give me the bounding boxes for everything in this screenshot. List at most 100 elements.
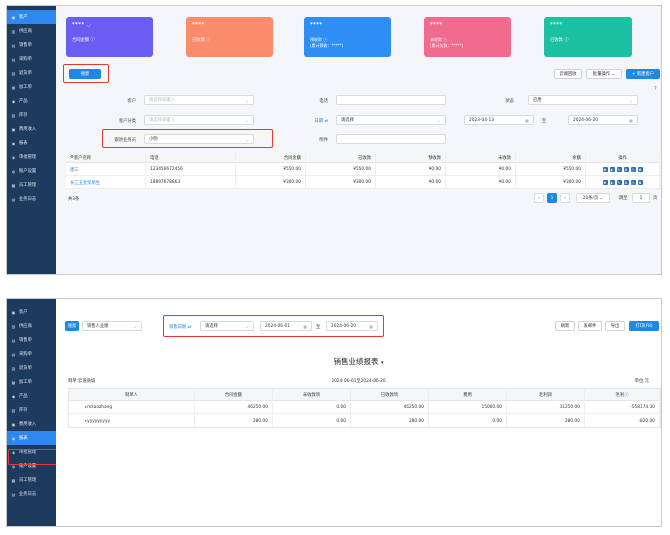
date-to-input[interactable]: 2024-06-20 ▦ <box>568 115 638 125</box>
report-type-select[interactable]: 销售人业绩 ⌄ <box>82 321 142 331</box>
sidebar-item-label: 库存 <box>19 408 28 413</box>
new-customer-button[interactable]: + 新建客户 <box>626 69 660 79</box>
next-page-button[interactable]: › <box>560 193 570 203</box>
report-panel: ▣ 客户 ▥ 供应商 ▤ 销售单 ▤ 采购单 ▥ 退货单 ▦ 加工单 ◆ 产品 ▧ 库存 ▣ 费用收入 ◉ 报表 ◈ 审批… <box>6 298 662 527</box>
batch-ops-button[interactable]: 批量操作 ⌄ <box>586 69 622 79</box>
sidebar-item[interactable]: ◍ 账户设置 <box>7 459 56 473</box>
sidebar-item[interactable]: ◍ 账户设置 <box>7 164 56 178</box>
customer-name-link[interactable]: 长江五金贸易生 <box>66 177 146 188</box>
sidebar-item[interactable]: ▤ 业务日志 <box>7 192 56 206</box>
search-button[interactable]: 搜索 <box>65 321 79 331</box>
cloud-recycle-button[interactable]: 云端回收 <box>554 69 582 79</box>
sidebar-item[interactable]: ▦ 加工单 <box>7 80 56 94</box>
sidebar-item-label: 采购单 <box>19 352 32 357</box>
sidebar-item[interactable]: ◈ 审批管理 <box>7 150 56 164</box>
sidebar-item[interactable]: ▤ 销售单 <box>7 333 56 347</box>
table-header: ⚙ 客户名称 电话 合同金额 已收款 预收款 未收款 余额 操作 <box>66 153 660 163</box>
print-icon[interactable]: ⎙ <box>630 167 636 172</box>
date-from-input[interactable]: 2023-04-13 ▦ <box>464 115 534 125</box>
sidebar-item[interactable]: ▩ 员工管理 <box>7 178 56 192</box>
customer-name-link[interactable]: 建三 <box>66 164 146 175</box>
owner-label: 跟进业务员 <box>114 138 136 143</box>
add-icon[interactable]: ✚ <box>602 167 608 172</box>
card-label: 预收款 <box>310 37 322 42</box>
view-icon[interactable]: ◐ <box>609 180 615 185</box>
print-button[interactable]: 打印(F8) <box>629 321 659 331</box>
sidebar-item[interactable]: ▤ 采购单 <box>7 347 56 361</box>
edit-icon[interactable]: ✎ <box>616 167 622 172</box>
date-from-input[interactable]: 2024-06-01 ▦ <box>260 321 312 331</box>
phone-input[interactable] <box>336 95 446 105</box>
sidebar-item[interactable]: ◈ 审批管理 <box>7 445 56 459</box>
sidebar-item[interactable]: ▥ 退货单 <box>7 361 56 375</box>
chevron-down-icon: ⌄ <box>245 98 249 103</box>
sidebar-item[interactable]: ◆ 产品 <box>7 389 56 403</box>
gear-icon[interactable]: ⚙ <box>623 180 629 185</box>
sidebar-item-label: 销售单 <box>19 338 32 343</box>
sidebar-item[interactable]: ▣ 费用收入 <box>7 122 56 136</box>
date-range-select[interactable]: 请选择 ⌄ <box>336 115 446 125</box>
sidebar-item[interactable]: ◆ 产品 <box>7 94 56 108</box>
table-cell: ¥300.00 <box>306 177 376 188</box>
sidebar-item-label: 供应商 <box>19 29 32 34</box>
sidebar-item[interactable]: ▥ 供应商 <box>7 319 56 333</box>
prev-page-button[interactable]: ‹ <box>534 193 544 203</box>
eye-icon[interactable]: ◡ <box>87 22 91 28</box>
sidebar-item[interactable]: ▧ 库存 <box>7 403 56 417</box>
category-input[interactable]: 请选择或输入 ⌄ <box>144 115 254 125</box>
sidebar-item[interactable]: ▣ 客户 <box>7 305 56 319</box>
inventory-icon: ▧ <box>11 407 16 413</box>
date-to-input[interactable]: 2024-06-20 ▦ <box>326 321 378 331</box>
sidebar-item[interactable]: ▧ 库存 <box>7 108 56 122</box>
sidebar-item[interactable]: ▤ 业务日志 <box>7 487 56 501</box>
sidebar-item[interactable]: ▥ 退货单 <box>7 66 56 80</box>
chevron-down-icon: ⌄ <box>245 137 249 142</box>
sidebar-item[interactable]: ▤ 销售单 <box>7 38 56 52</box>
sidebar: ▣ 客户 ▥ 供应商 ▤ 销售单 ▤ 采购单 ▥ 退货单 ▦ 加工单 ◆ 产品 ▧ 库存 ▣ 费用收入 ◉ 报表 ◈ 审批… <box>7 6 56 274</box>
sidebar-item[interactable]: ▣ 客户 <box>7 10 56 24</box>
gear-icon[interactable]: ⚙ <box>623 167 629 172</box>
page-1-button[interactable]: 1 <box>547 193 557 203</box>
export-button[interactable]: 导出 <box>605 321 625 331</box>
approval-icon: ◈ <box>11 154 16 160</box>
sidebar-item-label: 审批管理 <box>19 450 37 455</box>
sidebar-item[interactable]: ◉ 报表 <box>7 431 56 445</box>
customer-input[interactable]: 请选择或输入 ⌄ <box>144 95 254 105</box>
sidebar-item[interactable]: ◉ 报表 <box>7 136 56 150</box>
help-icon[interactable]: ⓘ <box>624 392 628 398</box>
status-select[interactable]: 启用 ⌄ <box>528 95 638 105</box>
status-value: 启用 <box>533 98 542 103</box>
add-icon[interactable]: ✚ <box>602 180 608 185</box>
date-range-select[interactable]: 请选择 ⌄ <box>200 321 254 331</box>
customer-content: **** ◡ 合同金额 ⓘ **** 已收款 ⓘ **** 预收款 ⓘ (累计预收… <box>56 6 661 274</box>
owner-select[interactable]: 小明 ⌄ <box>144 134 254 144</box>
attachment-input[interactable] <box>336 134 446 144</box>
sidebar-item-label: 加工单 <box>19 85 32 90</box>
calendar-icon: ▦ <box>629 118 633 123</box>
date-type-text: 销售日期 <box>169 325 187 330</box>
refresh-button[interactable]: 刷新 <box>555 321 575 331</box>
sidebar-item[interactable]: ▦ 加工单 <box>7 375 56 389</box>
sidebar-item[interactable]: ▩ 员工管理 <box>7 473 56 487</box>
search-button[interactable]: 搜索 <box>69 69 101 79</box>
goto-input[interactable]: 1 <box>632 193 650 203</box>
delete-icon[interactable]: ✖ <box>637 167 643 172</box>
sidebar-item[interactable]: ▥ 供应商 <box>7 24 56 38</box>
column-header: 毛利润 <box>507 389 585 400</box>
print-icon[interactable]: ⎙ <box>630 180 636 185</box>
sidebar-item-label: 退货单 <box>19 366 32 371</box>
date-label[interactable]: 日期 ⇄ <box>308 118 328 124</box>
column-header: 余额 <box>516 153 586 162</box>
sidebar-item-label: 账户设置 <box>19 464 37 469</box>
date-type-label[interactable]: 销售日期 ⇄ <box>169 324 191 330</box>
edit-icon[interactable]: ✎ <box>616 180 622 185</box>
attachment-label: 附件 <box>319 138 328 143</box>
sidebar-item[interactable]: ▣ 费用收入 <box>7 417 56 431</box>
page-size-select[interactable]: 20条/页 ⌄ <box>576 193 610 203</box>
send-mail-button[interactable]: 发邮件 <box>578 321 602 331</box>
delete-icon[interactable]: ✖ <box>637 180 643 185</box>
help-icon[interactable]: ? <box>654 86 657 92</box>
sidebar-item[interactable]: ▤ 采购单 <box>7 52 56 66</box>
sidebar-item-label: 费用收入 <box>19 422 37 427</box>
view-icon[interactable]: ◐ <box>609 167 615 172</box>
